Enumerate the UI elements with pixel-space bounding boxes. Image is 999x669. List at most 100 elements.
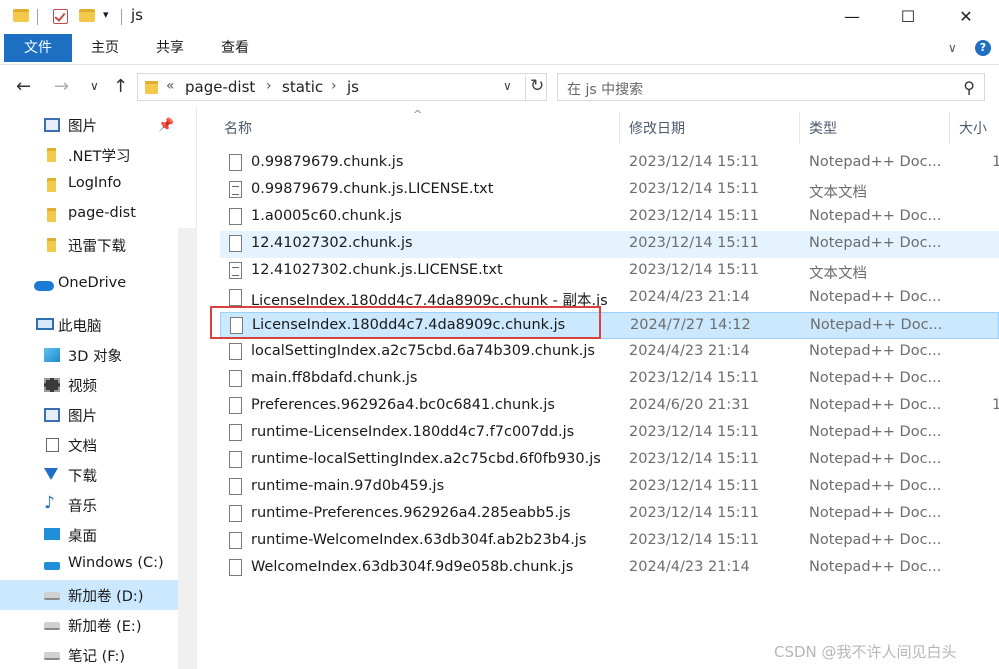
file-date-modified: 2023/12/14 15:11 [629, 532, 759, 548]
watermark: CSDN @我不许人间见白头 [774, 643, 957, 661]
file-row[interactable]: runtime-main.97d0b459.js 2023/12/14 15:11… [220, 474, 999, 501]
file-name[interactable]: main.ff8bdafd.chunk.js [251, 370, 417, 386]
search-placeholder[interactable]: 在 js 中搜索 [567, 79, 643, 99]
file-row[interactable]: runtime-localSettingIndex.a2c75cbd.6f0fb… [220, 447, 999, 474]
sidebar-item-drive-f[interactable]: 笔记 (F:) [0, 640, 196, 669]
pin-icon[interactable]: 📌 [158, 118, 174, 133]
path-overflow[interactable]: « [166, 78, 175, 94]
file-name[interactable]: 0.99879679.chunk.js.LICENSE.txt [251, 181, 493, 197]
file-name[interactable]: 0.99879679.chunk.js [251, 154, 403, 170]
file-row[interactable]: main.ff8bdafd.chunk.js 2023/12/14 15:11 No… [220, 366, 999, 393]
column-divider[interactable] [799, 112, 800, 144]
sidebar-item-pictures-quick[interactable]: 图片 📌 [0, 110, 196, 140]
download-icon [44, 468, 58, 480]
address-dropdown-icon[interactable]: ∨ [503, 79, 512, 93]
sidebar-item-label: 此电脑 [58, 319, 102, 335]
sidebar-item-label: OneDrive [58, 275, 127, 291]
breadcrumb-separator[interactable]: › [266, 78, 272, 94]
address-bar[interactable]: « page-dist › static › js ∨ ↻ [137, 73, 547, 101]
recent-locations-button[interactable]: ∨ [90, 79, 99, 93]
file-row[interactable]: 1.a0005c60.chunk.js 2023/12/14 15:11 Notep… [220, 204, 999, 231]
expand-ribbon-icon[interactable]: ∨ [948, 41, 957, 55]
file-row[interactable]: WelcomeIndex.63db304f.9d9e058b.chunk.js 2… [220, 555, 999, 582]
sidebar-item-loginfo[interactable]: LogInfo [0, 170, 196, 200]
column-size[interactable]: 大小 [959, 118, 987, 138]
sidebar-item-music[interactable]: ♪ 音乐 [0, 490, 196, 520]
maximize-button[interactable]: ☐ [879, 0, 937, 32]
file-name[interactable]: Preferences.962926a4.bc0c6841.chunk.js [251, 397, 555, 413]
refresh-icon[interactable]: ↻ [525, 76, 544, 100]
file-row[interactable]: runtime-WelcomeIndex.63db304f.ab2b23b4.j… [220, 528, 999, 555]
sidebar-item-videos[interactable]: 视频 [0, 370, 196, 400]
tab-view[interactable]: 查看 [209, 34, 261, 62]
up-button[interactable]: ↑ [113, 76, 128, 97]
file-name[interactable]: runtime-LicenseIndex.180dd4c7.f7c007dd.j… [251, 424, 574, 440]
new-folder-icon[interactable] [79, 9, 95, 22]
file-row[interactable]: runtime-Preferences.962926a4.285eabb5.js… [220, 501, 999, 528]
file-row[interactable]: runtime-LicenseIndex.180dd4c7.f7c007dd.j… [220, 420, 999, 447]
file-type: 文本文档 [809, 185, 867, 201]
drive-icon [44, 622, 60, 630]
search-box[interactable]: 在 js 中搜索 ⚲ [557, 73, 985, 101]
sidebar-item-desktop[interactable]: 桌面 [0, 520, 196, 550]
file-date-modified: 2023/12/14 15:11 [629, 262, 759, 278]
breadcrumb-page-dist[interactable]: page-dist [185, 78, 255, 96]
sidebar-item-onedrive[interactable]: OneDrive [0, 270, 196, 300]
sidebar-item-xunlei-downloads[interactable]: 迅雷下载 [0, 230, 196, 260]
sidebar-item-drive-c[interactable]: Windows (C:) [0, 550, 196, 580]
file-name[interactable]: 1.a0005c60.chunk.js [251, 208, 402, 224]
3d-objects-icon [44, 348, 60, 362]
video-icon [44, 378, 60, 392]
file-type: 文本文档 [809, 266, 867, 282]
file-name[interactable]: runtime-Preferences.962926a4.285eabb5.js [251, 505, 571, 521]
column-divider[interactable] [619, 112, 620, 144]
breadcrumb-js[interactable]: js [347, 78, 359, 96]
file-row[interactable]: localSettingIndex.a2c75cbd.6a74b309.chun… [220, 339, 999, 366]
minimize-button[interactable]: — [823, 0, 881, 32]
close-button[interactable]: ✕ [937, 0, 995, 32]
back-button[interactable]: ← [16, 76, 31, 97]
help-icon[interactable]: ? [975, 40, 991, 56]
forward-button[interactable]: → [54, 76, 69, 97]
column-divider[interactable] [949, 112, 950, 144]
annotation-highlight-box [210, 306, 601, 339]
customize-toolbar-icon[interactable]: ▾ [103, 8, 109, 21]
file-type: Notepad++ Doc... [809, 235, 942, 251]
file-name[interactable]: 12.41027302.chunk.js.LICENSE.txt [251, 262, 503, 278]
file-name[interactable]: runtime-main.97d0b459.js [251, 478, 444, 494]
properties-icon[interactable] [53, 9, 68, 24]
sidebar-item-this-pc[interactable]: 此电脑 [0, 310, 196, 340]
file-row[interactable]: 12.41027302.chunk.js.LICENSE.txt 2023/12/… [220, 258, 999, 285]
column-date-modified[interactable]: 修改日期 [629, 118, 685, 138]
file-row[interactable]: 0.99879679.chunk.js 2023/12/14 15:11 Notep… [220, 150, 999, 177]
sidebar-item-downloads[interactable]: 下载 [0, 460, 196, 490]
sidebar-item-drive-d[interactable]: 新加卷 (D:) [0, 580, 196, 610]
file-row[interactable]: Preferences.962926a4.bc0c6841.chunk.js 20… [220, 393, 999, 420]
tab-home[interactable]: 主页 [80, 34, 130, 62]
file-type: Notepad++ Doc... [809, 370, 942, 386]
sidebar-item-pictures[interactable]: 图片 [0, 400, 196, 430]
column-type[interactable]: 类型 [809, 118, 837, 138]
navigation-pane: 图片 📌 .NET学习 LogInfo page-dist 迅雷下载 OneDr… [0, 108, 197, 669]
sidebar-item-net-study[interactable]: .NET学习 [0, 140, 196, 170]
file-name[interactable]: runtime-localSettingIndex.a2c75cbd.6f0fb… [251, 451, 601, 467]
file-name[interactable]: localSettingIndex.a2c75cbd.6a74b309.chun… [251, 343, 595, 359]
file-name[interactable]: runtime-WelcomeIndex.63db304f.ab2b23b4.j… [251, 532, 586, 548]
folder-icon [47, 208, 56, 222]
breadcrumb-static[interactable]: static [282, 78, 323, 96]
tab-share[interactable]: 共享 [144, 34, 196, 62]
sidebar-scrollbar[interactable] [178, 228, 197, 669]
cloud-icon [34, 281, 54, 291]
file-name[interactable]: 12.41027302.chunk.js [251, 235, 413, 251]
sidebar-item-drive-e[interactable]: 新加卷 (E:) [0, 610, 196, 640]
sidebar-item-3d-objects[interactable]: 3D 对象 [0, 340, 196, 370]
sidebar-item-documents[interactable]: 文档 [0, 430, 196, 460]
column-name[interactable]: 名称 [224, 118, 252, 138]
breadcrumb-separator[interactable]: › [331, 78, 337, 94]
file-row[interactable]: 0.99879679.chunk.js.LICENSE.txt 2023/12/1… [220, 177, 999, 204]
search-icon[interactable]: ⚲ [963, 78, 975, 97]
tab-file[interactable]: 文件 [4, 34, 72, 62]
file-name[interactable]: WelcomeIndex.63db304f.9d9e058b.chunk.js [251, 559, 573, 575]
file-row[interactable]: 12.41027302.chunk.js 2023/12/14 15:11 Note… [220, 231, 999, 258]
sidebar-item-page-dist[interactable]: page-dist [0, 200, 196, 230]
